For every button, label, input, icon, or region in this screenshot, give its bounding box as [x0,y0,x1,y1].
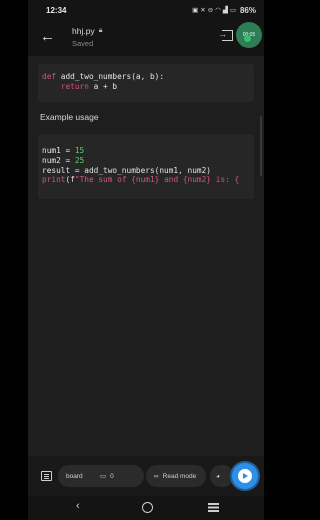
mute-icon: ✕ [200,7,206,14]
palette-button[interactable]: ◕ [210,465,234,487]
read-mode-label: Read mode [162,472,197,480]
comment-count: 0 [110,472,114,480]
code-line: result = add_two_numbers(num1, num2) [42,166,250,176]
code-block-usage[interactable]: num1 = 15 num2 = 25 result = add_two_numbe… [38,134,254,199]
code-token: 25 [74,155,85,165]
run-button[interactable] [232,463,258,489]
app-bar: ← hhj.py 🔒︎ Saved → 00:05 [28,20,264,56]
status-icons: ▣ ✕ ⊖ ◠ ▟ ▭ 86% [192,6,256,15]
glasses-icon: ∞ [154,472,159,480]
battery-percent: 86% [239,5,256,15]
editor-content[interactable]: def add_two_numbers(a, b): return a + b … [28,56,264,456]
outline-button[interactable] [36,465,56,487]
code-line: num1 = 15 [42,146,250,156]
code-token: "The sum of {num1} and {num2} is: { [74,175,240,185]
phone-screen: 12:34 ▣ ✕ ⊖ ◠ ▟ ▭ 86% ← hhj.py 🔒︎ Saved … [28,0,264,520]
nav-back-icon[interactable]: ‹ [76,500,80,512]
section-label: Example usage [40,112,99,122]
read-mode-button[interactable]: ∞ Read mode [146,465,206,487]
code-line: return a + b [42,82,250,92]
comment-button[interactable]: ▭ 0 [92,465,144,487]
exit-frame [222,30,233,41]
code-token: result = add_two_numbers(num1, num2) [42,165,211,175]
code-line: def add_two_numbers(a, b): [42,72,250,82]
code-token: num2 = [42,155,75,165]
nav-home-icon[interactable] [142,502,153,513]
code-token: return [60,81,89,91]
system-nav-bar: ‹ [28,496,264,520]
bottom-toolbar: board ▭ 0 ∞ Read mode ◕ [28,456,264,496]
code-token: print [42,175,66,185]
list-icon [40,471,52,481]
nav-recents-icon[interactable] [208,503,219,505]
back-arrow-icon[interactable]: ← [40,28,55,46]
code-line: num2 = 25 [42,156,250,166]
recording-dot [244,35,251,42]
play-triangle [243,473,248,479]
comment-icon: ▭ [100,473,107,480]
status-bar: 12:34 ▣ ✕ ⊖ ◠ ▟ ▭ 86% [28,0,264,20]
code-token: 15 [74,146,85,155]
lock-icon: 🔒︎ [98,27,103,34]
code-line: print(f"The sum of {num1} and {num2} is:… [42,175,250,185]
code-token: (f [65,175,75,185]
code-token: add_two_numbers(a, b): [60,72,165,81]
battery-icon: ▭ [229,7,236,14]
dnd-icon: ⊖ [207,7,214,14]
code-token: def [42,72,61,81]
code-token: a + b [88,81,118,91]
save-status: Saved [72,39,94,48]
wifi-icon: ◠ [215,7,221,14]
code-block-function[interactable]: def add_two_numbers(a, b): return a + b [38,64,254,102]
signal-icon: ▟ [222,7,228,14]
play-icon [238,469,252,483]
file-name: hhj.py [72,26,95,36]
status-time: 12:34 [46,5,67,15]
notification-icon: ▣ [192,7,199,14]
scrollbar[interactable] [260,116,262,176]
palette-icon: ◕ [216,472,220,480]
file-title: hhj.py 🔒︎ [72,26,102,36]
code-token: num1 = [42,146,75,155]
keyboard-label: board [66,472,83,480]
